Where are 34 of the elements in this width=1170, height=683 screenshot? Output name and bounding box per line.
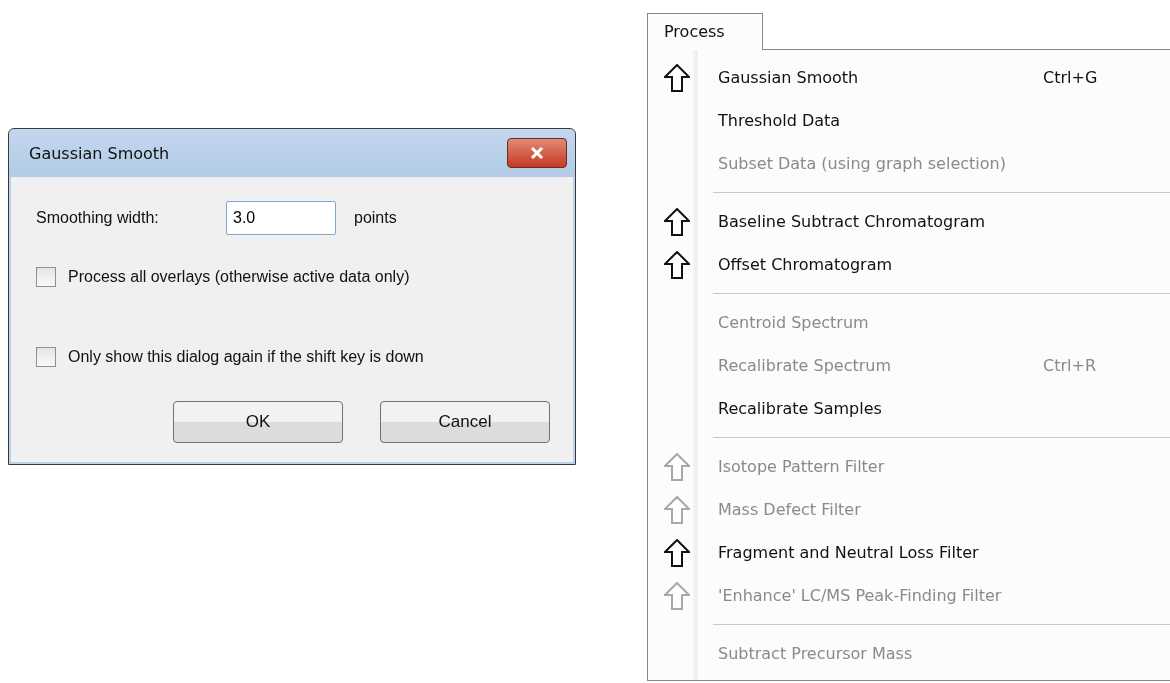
menu-item[interactable]: Baseline Subtract Chromatogram: [648, 200, 1170, 243]
ok-button[interactable]: OK: [173, 401, 343, 443]
menu-item-label: Baseline Subtract Chromatogram: [718, 212, 987, 231]
close-button[interactable]: [507, 138, 567, 168]
menu-item-label: Mass Defect Filter: [718, 500, 862, 519]
checkbox-label: Process all overlays (otherwise active data only): [68, 268, 410, 286]
dialog-title: Gaussian Smooth: [29, 143, 170, 163]
smoothing-width-field[interactable]: 3.0: [226, 201, 336, 235]
menu-item[interactable]: Threshold Data: [648, 99, 1170, 142]
menu-item-label: Fragment and Neutral Loss Filter: [718, 543, 980, 562]
unit-label: points: [354, 209, 397, 227]
menu-item-label: Gaussian Smooth: [718, 68, 860, 87]
menu-item-label: Recalibrate Samples: [718, 399, 883, 418]
menu-tab[interactable]: Process: [647, 13, 763, 50]
menu-item-label: Centroid Spectrum: [718, 313, 870, 332]
menu-item[interactable]: Fragment and Neutral Loss Filter: [648, 531, 1170, 574]
checkbox[interactable]: [36, 347, 56, 367]
menu-item[interactable]: Recalibrate Samples: [648, 387, 1170, 430]
cancel-button[interactable]: Cancel: [380, 401, 550, 443]
menu-item-label: Subset Data (using graph selection): [718, 154, 1007, 173]
checkbox-label: Only show this dialog again if the shift key is down: [68, 348, 424, 366]
close-icon: [530, 147, 544, 159]
checkbox[interactable]: [36, 267, 56, 287]
smoothing-width-label: Smoothing width:: [36, 209, 160, 227]
menu-item-label: Subtract Precursor Mass: [718, 644, 914, 663]
shortcut-label: Ctrl+G: [1043, 68, 1098, 87]
menu-item[interactable]: Offset Chromatogram: [648, 243, 1170, 286]
menu-item[interactable]: Gaussian Smooth Ctrl+G: [648, 56, 1170, 99]
menu-item-label: Isotope Pattern Filter: [718, 457, 886, 476]
shortcut-label: Ctrl+R: [1043, 356, 1096, 375]
menu-item-label: Threshold Data: [718, 111, 842, 130]
menu-item-label: Recalibrate Spectrum: [718, 356, 892, 375]
menu-item-label: Offset Chromatogram: [718, 255, 894, 274]
menu-item-label: 'Enhance' LC/MS Peak-Finding Filter: [718, 586, 1003, 605]
